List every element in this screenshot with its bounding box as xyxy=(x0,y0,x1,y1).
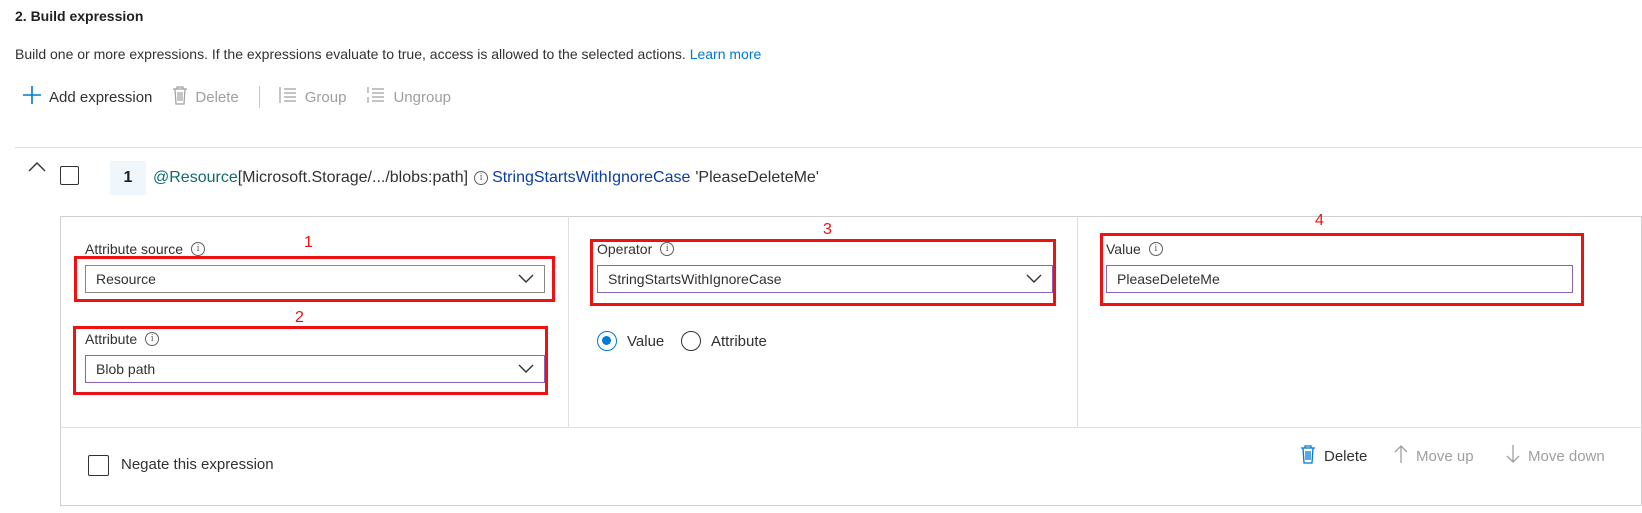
negate-checkbox[interactable] xyxy=(88,455,109,476)
add-expression-label: Add expression xyxy=(49,88,153,106)
value-label: Value i xyxy=(1106,241,1163,257)
group-button[interactable]: Group xyxy=(278,85,347,109)
ungroup-label: Ungroup xyxy=(393,88,452,106)
annotation-number: 3 xyxy=(823,221,832,238)
move-up-label: Move up xyxy=(1416,447,1474,465)
annotation-number: 1 xyxy=(304,234,313,251)
annotation-number: 2 xyxy=(295,309,304,326)
group-label: Group xyxy=(304,88,347,106)
toolbar-divider xyxy=(258,86,260,108)
attribute-dropdown[interactable]: Blob path xyxy=(85,355,545,383)
ungroup-button[interactable]: Ungroup xyxy=(366,85,451,109)
operator-label: Operator i xyxy=(597,241,675,257)
value-label-text: Value xyxy=(1106,241,1141,257)
learn-more-link[interactable]: Learn more xyxy=(690,46,762,62)
delete-toolbar-button[interactable]: Delete xyxy=(172,85,239,109)
compare-type-radio-attribute[interactable]: Attribute xyxy=(681,331,767,351)
expression-value: 'PleaseDeleteMe' xyxy=(695,169,819,186)
chevron-down-icon xyxy=(518,361,534,377)
operator-value: StringStartsWithIgnoreCase xyxy=(608,271,782,287)
attribute-source-label-text: Attribute source xyxy=(85,241,184,257)
info-icon: i xyxy=(1148,242,1163,256)
attribute-source-dropdown[interactable]: Resource xyxy=(85,265,545,293)
attribute-source-label: Attribute source i xyxy=(85,241,206,257)
info-icon: i xyxy=(474,171,489,185)
group-icon xyxy=(278,85,298,109)
info-icon: i xyxy=(660,242,675,256)
section-description: Build one or more expressions. If the ex… xyxy=(15,46,761,62)
add-expression-button[interactable]: Add expression xyxy=(22,85,152,109)
expression-prefix: @Resource xyxy=(153,169,238,186)
radio-button[interactable] xyxy=(681,331,701,351)
section-title: 2. Build expression xyxy=(15,8,144,24)
attribute-value: Blob path xyxy=(96,361,156,377)
delete-expression-button[interactable]: Delete xyxy=(1300,444,1367,468)
trash-icon xyxy=(172,85,188,109)
expression-operator: StringStartsWithIgnoreCase xyxy=(492,169,691,186)
collapse-chevron-up-icon[interactable] xyxy=(28,160,46,178)
expression-path: [Microsoft.Storage/.../blobs:path] xyxy=(237,169,469,186)
operator-label-text: Operator xyxy=(597,241,653,257)
column-divider xyxy=(568,216,569,427)
expression-select-checkbox[interactable] xyxy=(60,166,79,185)
move-down-button[interactable]: Move down xyxy=(1506,444,1605,468)
delete-expression-label: Delete xyxy=(1324,447,1368,465)
chevron-down-icon xyxy=(518,271,534,287)
plus-icon xyxy=(22,85,42,109)
move-down-label: Move down xyxy=(1528,447,1605,465)
move-up-button[interactable]: Move up xyxy=(1394,444,1474,468)
compare-type-radio-value[interactable]: Value xyxy=(597,331,664,351)
value-input[interactable]: PleaseDeleteMe xyxy=(1106,265,1573,293)
info-icon: i xyxy=(191,242,206,256)
radio-button-selected[interactable] xyxy=(597,331,617,351)
radio-attribute-label: Attribute xyxy=(711,332,767,350)
expression-toolbar: Add expression Delete Group Ungroup xyxy=(22,84,471,110)
expression-number: 1 xyxy=(110,161,146,195)
radio-value-label: Value xyxy=(627,332,665,350)
delete-toolbar-label: Delete xyxy=(195,88,239,106)
trash-icon xyxy=(1300,444,1316,468)
operator-dropdown[interactable]: StringStartsWithIgnoreCase xyxy=(597,265,1053,293)
negate-label: Negate this expression xyxy=(121,456,274,473)
ungroup-icon xyxy=(366,85,386,109)
expression-summary: @Resource [Microsoft.Storage/.../blobs:p… xyxy=(153,169,819,187)
toolbar-separator-line xyxy=(15,147,1642,148)
annotation-number: 4 xyxy=(1315,212,1324,229)
description-text: Build one or more expressions. If the ex… xyxy=(15,46,686,62)
column-divider xyxy=(1077,216,1078,427)
arrow-up-icon xyxy=(1394,444,1408,468)
card-footer-divider xyxy=(60,427,1642,428)
chevron-down-icon xyxy=(1026,271,1042,287)
value-input-text: PleaseDeleteMe xyxy=(1117,271,1220,287)
attribute-source-value: Resource xyxy=(96,271,156,287)
arrow-down-icon xyxy=(1506,444,1520,468)
